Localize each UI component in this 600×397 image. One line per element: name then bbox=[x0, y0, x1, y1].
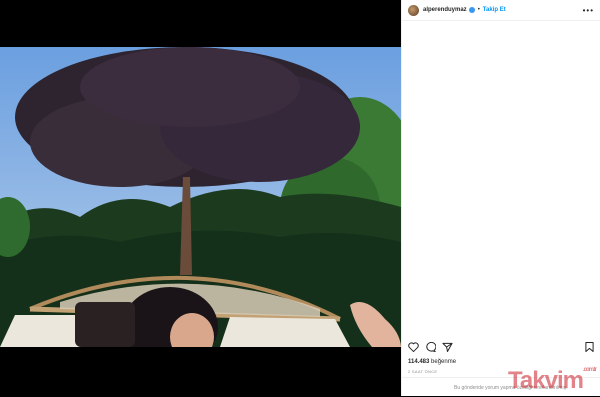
comment-icon[interactable] bbox=[425, 342, 436, 352]
bookmark-icon[interactable] bbox=[585, 342, 594, 352]
username-link[interactable]: alperenduymaz bbox=[423, 7, 467, 13]
more-icon[interactable]: ••• bbox=[583, 6, 594, 15]
likes-label: beğenme bbox=[431, 359, 457, 365]
heart-icon[interactable] bbox=[408, 342, 419, 352]
likes-count[interactable]: 114.483 beğenme bbox=[408, 359, 456, 365]
watermark-suffix: .com.tr bbox=[582, 367, 597, 373]
post-header: alperenduymaz • Takip Et ••• bbox=[402, 0, 600, 21]
verified-icon bbox=[468, 7, 475, 13]
share-icon[interactable] bbox=[442, 342, 453, 352]
post-timestamp[interactable]: 2 SAAT ÖNCE bbox=[408, 369, 437, 374]
avatar[interactable] bbox=[408, 4, 419, 16]
separator-dot: • bbox=[477, 7, 480, 13]
likes-number: 114.483 bbox=[408, 359, 430, 365]
follow-button[interactable]: Takip Et bbox=[483, 7, 506, 13]
post-side-panel: alperenduymaz • Takip Et ••• 114.483 beğ… bbox=[401, 0, 600, 396]
post-photo[interactable] bbox=[0, 47, 401, 347]
watermark-text: Takvim bbox=[508, 367, 584, 394]
action-bar bbox=[408, 341, 594, 353]
watermark-logo: Takvim.com.tr bbox=[508, 367, 597, 395]
